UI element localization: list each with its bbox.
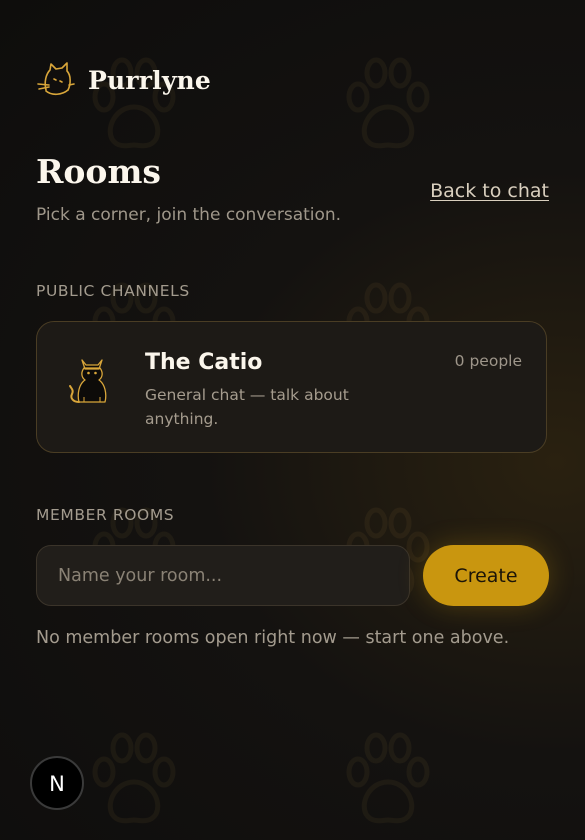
paw-icon [92, 732, 176, 824]
brand[interactable]: Purrlyne [36, 60, 211, 100]
room-member-count: 0 people [454, 352, 522, 370]
black-cat-icon [69, 359, 107, 403]
brand-name: Purrlyne [88, 65, 212, 95]
paw-icon [346, 732, 430, 824]
back-to-chat-link[interactable]: Back to chat [430, 180, 549, 202]
public-channels-label: PUBLIC CHANNELS [36, 282, 190, 300]
nextjs-badge[interactable]: N [30, 756, 84, 810]
page-subtitle: Pick a corner, join the conversation. [36, 205, 342, 225]
member-rooms-empty-text: No member rooms open right now — start o… [36, 628, 510, 648]
badge-letter: N [49, 772, 65, 796]
paw-icon [346, 57, 430, 149]
room-card-the-catio[interactable]: The Catio General chat — talk about anyt… [36, 321, 547, 453]
cat-head-logo-icon [37, 62, 75, 96]
room-name: The Catio [145, 350, 263, 375]
create-room-button[interactable]: Create [423, 545, 549, 606]
room-description: General chat — talk about anything. [145, 386, 349, 428]
nextjs-badge-icon: N [49, 772, 65, 796]
room-name-input[interactable] [36, 545, 410, 606]
page-title: Rooms [36, 152, 161, 191]
member-rooms-label: MEMBER ROOMS [36, 506, 175, 524]
